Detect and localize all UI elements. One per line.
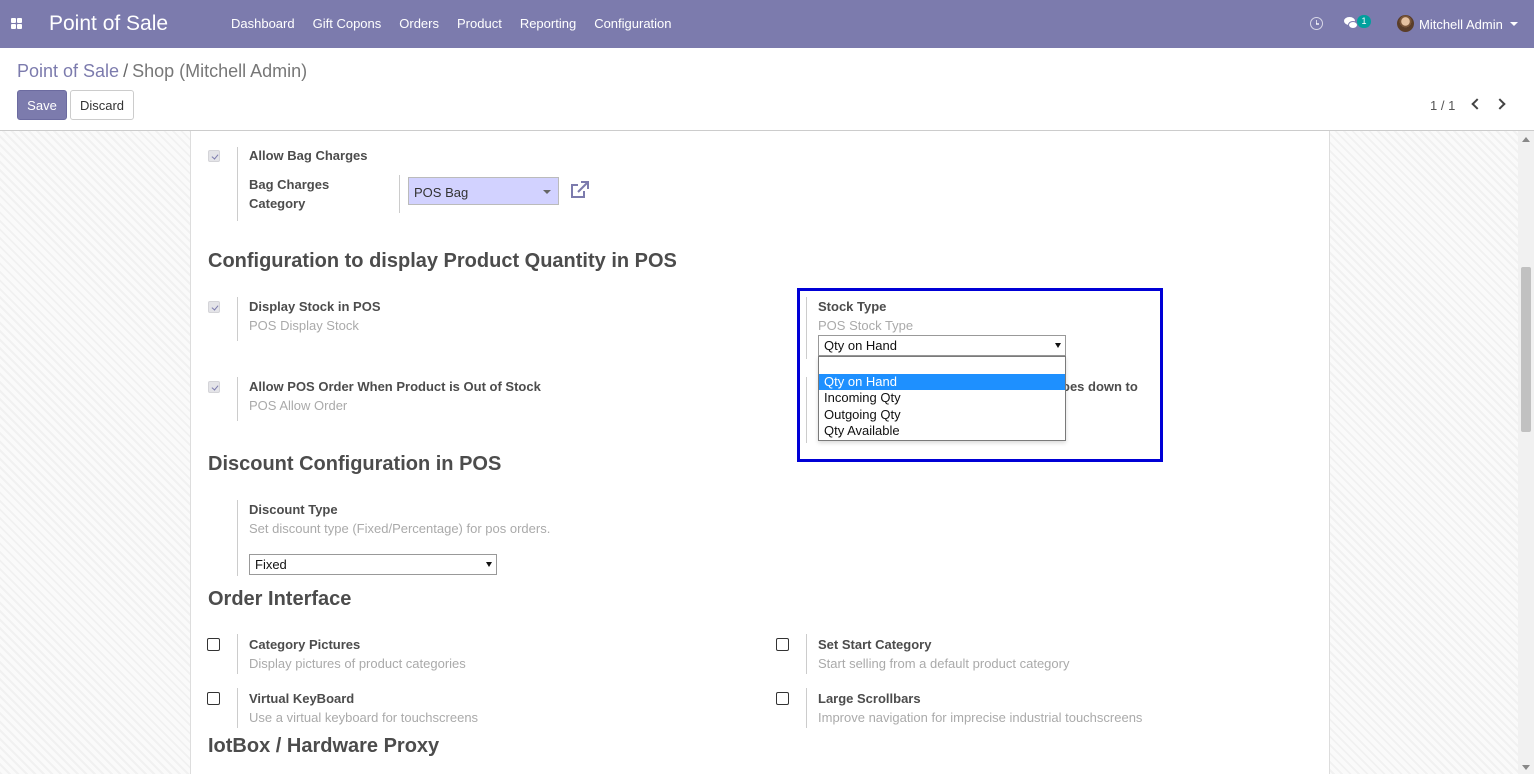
field-divider	[237, 377, 238, 421]
field-divider	[806, 634, 807, 674]
breadcrumb-separator: /	[123, 61, 129, 81]
field-divider	[399, 175, 400, 213]
menu-gift-copons[interactable]: Gift Copons	[304, 0, 391, 48]
virtual-keyboard-checkbox[interactable]	[207, 692, 220, 705]
bag-category-select[interactable]: POS Bag	[408, 177, 559, 205]
bag-category-label-line2: Category	[249, 196, 306, 211]
display-stock-label: Display Stock in POS	[249, 299, 381, 314]
large-scrollbars-help: Improve navigation for imprecise industr…	[818, 710, 1143, 725]
stock-section-title: Configuration to display Product Quantit…	[208, 250, 677, 272]
allow-bag-charges-label: Allow Bag Charges	[249, 148, 368, 163]
app-brand[interactable]: Point of Sale	[49, 12, 168, 36]
scroll-down-arrow-icon[interactable]	[1522, 765, 1530, 770]
category-pictures-help: Display pictures of product categories	[249, 656, 466, 671]
display-stock-help: POS Display Stock	[249, 318, 359, 333]
user-menu-caret-icon[interactable]	[1510, 22, 1518, 26]
discount-section-title: Discount Configuration in POS	[208, 453, 502, 475]
menu-dashboard[interactable]: Dashboard	[222, 0, 304, 48]
annotation-highlight-box	[797, 288, 1163, 462]
start-category-checkbox[interactable]	[776, 638, 789, 651]
user-menu-name[interactable]: Mitchell Admin	[1419, 17, 1503, 32]
messages-chat-icon[interactable]	[1344, 17, 1358, 29]
allow-bag-charges-checkbox[interactable]	[208, 150, 220, 162]
menu-reporting[interactable]: Reporting	[511, 0, 585, 48]
menu-orders[interactable]: Orders	[390, 0, 448, 48]
form-sheet: Allow Bag Charges Bag Charges Category P…	[190, 131, 1330, 774]
discard-button[interactable]: Discard	[70, 90, 134, 120]
breadcrumb: Point of Sale / Shop (Mitchell Admin)	[17, 61, 307, 82]
main-menu: Dashboard Gift Copons Orders Product Rep…	[222, 0, 681, 48]
order-interface-title: Order Interface	[208, 588, 352, 610]
breadcrumb-root-link[interactable]: Point of Sale	[17, 61, 119, 81]
discount-type-select[interactable]: Fixed	[249, 554, 497, 575]
allow-pos-order-label: Allow POS Order When Product is Out of S…	[249, 379, 541, 394]
control-panel: Point of Sale / Shop (Mitchell Admin) Save…	[0, 48, 1534, 131]
form-view-background: Allow Bag Charges Bag Charges Category P…	[0, 131, 1534, 774]
virtual-keyboard-label: Virtual KeyBoard	[249, 691, 355, 706]
discount-type-value: Fixed	[255, 557, 287, 572]
iotbox-section-title: IotBox / Hardware Proxy	[208, 735, 440, 757]
field-divider	[237, 297, 238, 341]
menu-configuration[interactable]: Configuration	[585, 0, 680, 48]
user-avatar[interactable]	[1397, 15, 1414, 32]
menu-product[interactable]: Product	[448, 0, 511, 48]
field-divider	[237, 147, 238, 221]
apps-menu-icon[interactable]	[11, 18, 23, 30]
allow-pos-order-help: POS Allow Order	[249, 398, 348, 413]
vertical-scrollbar[interactable]	[1518, 131, 1534, 774]
display-stock-checkbox[interactable]	[208, 301, 220, 313]
save-button[interactable]: Save	[17, 90, 67, 120]
activities-clock-icon[interactable]	[1310, 17, 1323, 30]
pager-next-icon[interactable]	[1494, 98, 1506, 110]
large-scrollbars-checkbox[interactable]	[776, 692, 789, 705]
bag-category-value: POS Bag	[414, 185, 469, 200]
field-divider	[237, 634, 238, 674]
category-pictures-checkbox[interactable]	[207, 638, 220, 651]
discount-type-label: Discount Type	[249, 502, 338, 517]
messages-count-badge: 1	[1357, 15, 1371, 28]
discount-type-caret-icon[interactable]	[486, 562, 492, 567]
start-category-help: Start selling from a default product cat…	[818, 656, 1070, 671]
allow-pos-order-checkbox[interactable]	[208, 381, 220, 393]
pager-value: 1 / 1	[1430, 98, 1456, 113]
field-divider	[806, 688, 807, 728]
pager-previous-icon[interactable]	[1471, 98, 1483, 110]
top-navbar: Point of Sale Dashboard Gift Copons Orde…	[0, 0, 1534, 48]
start-category-label: Set Start Category	[818, 637, 932, 652]
virtual-keyboard-help: Use a virtual keyboard for touchscreens	[249, 710, 479, 725]
field-divider	[237, 500, 238, 576]
external-link-icon[interactable]	[570, 181, 589, 199]
scroll-up-arrow-icon[interactable]	[1522, 137, 1530, 142]
bag-category-caret-icon[interactable]	[543, 190, 551, 194]
field-divider	[237, 688, 238, 728]
discount-type-help: Set discount type (Fixed/Percentage) for…	[249, 521, 551, 536]
large-scrollbars-label: Large Scrollbars	[818, 691, 921, 706]
scrollbar-thumb[interactable]	[1521, 267, 1531, 432]
breadcrumb-current: Shop (Mitchell Admin)	[132, 61, 308, 81]
bag-category-label-line1: Bag Charges	[249, 177, 330, 192]
category-pictures-label: Category Pictures	[249, 637, 361, 652]
